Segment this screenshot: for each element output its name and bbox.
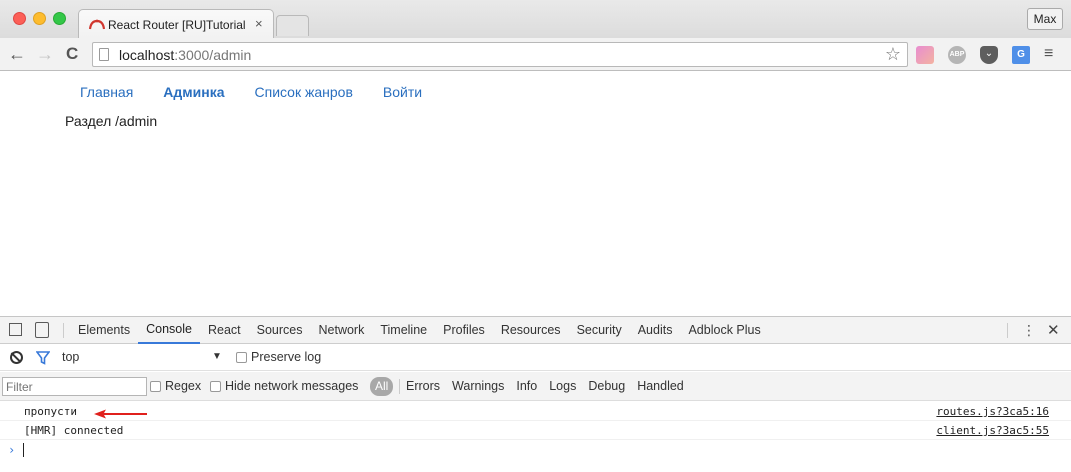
console-message-text: пропусти (24, 405, 77, 418)
hide-network-label: Hide network messages (225, 379, 359, 393)
devtools-tab-network[interactable]: Network (311, 317, 373, 344)
level-filter-all[interactable]: All (370, 377, 394, 396)
reload-icon[interactable]: C (66, 44, 78, 64)
regex-label: Regex (165, 379, 202, 393)
adblock-plus-icon[interactable]: ABP (948, 46, 966, 64)
devtools-tab-list: Elements Console React Sources Network T… (70, 317, 769, 344)
regex-toggle[interactable]: Regex (150, 379, 201, 393)
preserve-log-toggle[interactable]: Preserve log (236, 350, 321, 364)
level-filter-errors[interactable]: Errors (400, 379, 446, 394)
preserve-log-label: Preserve log (251, 350, 322, 364)
devtools-tab-profiles[interactable]: Profiles (435, 317, 493, 344)
level-filter-handled[interactable]: Handled (631, 379, 690, 394)
browser-menu-icon[interactable]: ≡ (1044, 46, 1053, 62)
nav-link-genres[interactable]: Список жанров (240, 83, 368, 101)
console-message-source-link[interactable]: routes.js?3ca5:16 (936, 405, 1049, 418)
execution-context-select[interactable]: top ▼ (62, 350, 232, 364)
app-navigation: Главная Админка Список жанров Войти (65, 83, 437, 101)
tab-title: React Router [RU]Tutorial (108, 18, 246, 32)
level-filter-warnings[interactable]: Warnings (446, 379, 510, 394)
window-maximize-button[interactable] (53, 12, 66, 25)
console-message-text: [HMR] connected (24, 424, 124, 437)
devtools-tab-elements[interactable]: Elements (70, 317, 138, 344)
devtools-tab-audits[interactable]: Audits (630, 317, 681, 344)
translate-icon[interactable]: G (1012, 46, 1030, 64)
console-messages: пропусти routes.js?3ca5:16 [HMR] connect… (0, 402, 1071, 460)
inspect-element-icon[interactable] (9, 323, 22, 336)
browser-toolbar: ← → C localhost:3000/admin ☆ ABP ⌄ G ≡ (0, 38, 1071, 71)
red-arrow-annotation-icon (94, 409, 147, 419)
browser-titlebar: React Router [RU]Tutorial × Max (0, 0, 1071, 38)
level-filter-debug[interactable]: Debug (582, 379, 631, 394)
bookmark-star-icon[interactable]: ☆ (885, 44, 901, 65)
back-arrow-icon[interactable]: ← (8, 44, 26, 64)
page-viewport: Главная Админка Список жанров Войти Разд… (0, 72, 1071, 316)
devtools-panel: Elements Console React Sources Network T… (0, 316, 1071, 472)
context-value: top (62, 350, 80, 364)
prompt-chevron-icon: › (8, 443, 16, 457)
hide-network-toggle[interactable]: Hide network messages (210, 379, 358, 393)
profile-button[interactable]: Max (1027, 8, 1063, 30)
devtools-tab-resources[interactable]: Resources (493, 317, 569, 344)
nav-link-admin[interactable]: Админка (148, 83, 239, 101)
extension-gradient-icon[interactable] (916, 46, 934, 64)
devtools-tab-console[interactable]: Console (138, 317, 200, 344)
devtools-close-icon[interactable]: ✕ (1047, 321, 1060, 339)
devtools-tab-adblock-plus[interactable]: Adblock Plus (680, 317, 768, 344)
devtools-tab-timeline[interactable]: Timeline (372, 317, 435, 344)
page-icon (99, 48, 109, 61)
device-mode-icon[interactable] (35, 322, 49, 338)
preserve-log-checkbox[interactable] (236, 351, 247, 363)
new-tab-button[interactable] (276, 15, 309, 36)
console-message-row: пропусти routes.js?3ca5:16 (0, 402, 1071, 421)
browser-tab-active[interactable]: React Router [RU]Tutorial × (78, 9, 274, 38)
dropdown-caret-icon: ▼ (212, 351, 222, 362)
nav-link-home[interactable]: Главная (65, 83, 148, 101)
url-text: localhost:3000/admin (119, 47, 252, 63)
console-filter-bar: Regex Hide network messages All Errors W… (0, 372, 1071, 401)
divider (1007, 323, 1008, 338)
level-filter-info[interactable]: Info (510, 379, 543, 394)
console-message-row: [HMR] connected client.js?3ac5:55 (0, 421, 1071, 440)
section-text: Раздел /admin (65, 113, 158, 129)
pocket-icon[interactable]: ⌄ (980, 46, 998, 64)
filter-funnel-icon[interactable] (36, 351, 50, 365)
hide-network-checkbox[interactable] (210, 380, 221, 392)
console-filter-input[interactable] (2, 377, 147, 396)
forward-arrow-icon[interactable]: → (36, 44, 54, 64)
nav-link-login[interactable]: Войти (368, 83, 437, 101)
text-cursor (23, 443, 24, 457)
window-close-button[interactable] (13, 12, 26, 25)
clear-console-icon[interactable] (10, 351, 23, 364)
level-filter-list: Errors Warnings Info Logs Debug Handled (400, 379, 690, 394)
console-message-source-link[interactable]: client.js?3ac5:55 (936, 424, 1049, 437)
address-bar[interactable]: localhost:3000/admin ☆ (92, 42, 908, 67)
console-prompt[interactable]: › (0, 440, 1071, 460)
tab-close-icon[interactable]: × (255, 16, 263, 31)
more-options-icon[interactable]: ⋮ (1022, 322, 1036, 339)
devtools-tab-sources[interactable]: Sources (249, 317, 311, 344)
window-minimize-button[interactable] (33, 12, 46, 25)
regex-checkbox[interactable] (150, 380, 161, 392)
level-filter-logs[interactable]: Logs (543, 379, 582, 394)
devtools-tab-react[interactable]: React (200, 317, 249, 344)
console-context-bar: top ▼ Preserve log (0, 345, 1071, 371)
devtools-tab-security[interactable]: Security (569, 317, 630, 344)
devtools-tabbar: Elements Console React Sources Network T… (0, 317, 1071, 344)
react-router-favicon-icon (89, 19, 105, 30)
divider (63, 323, 64, 338)
